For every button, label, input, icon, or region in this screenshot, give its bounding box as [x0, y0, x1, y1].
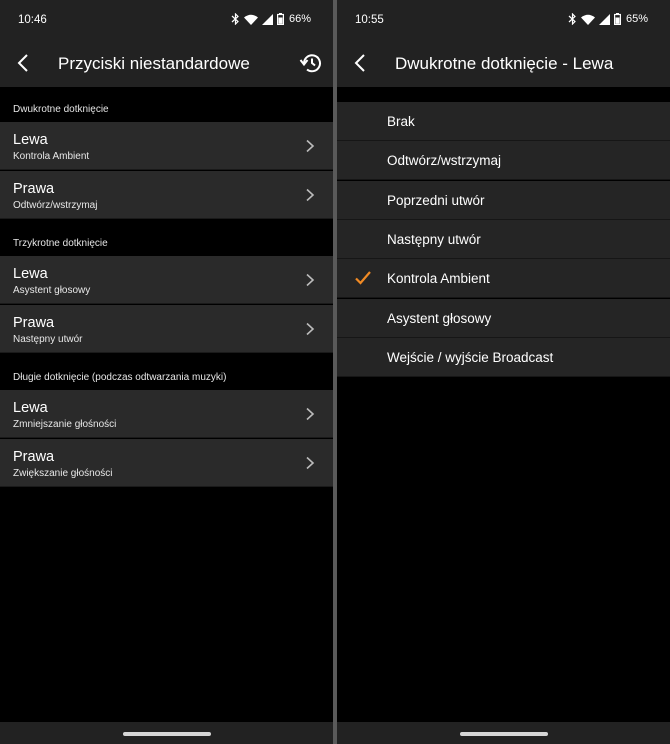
row-value: Zwiększanie głośności [13, 468, 113, 479]
row-label: Lewa [13, 266, 48, 282]
row-value: Następny utwór [13, 334, 83, 345]
status-time: 10:55 [355, 14, 384, 26]
setting-row-long-press-left[interactable]: Lewa Zmniejszanie głośności [0, 390, 333, 438]
section-header-label: Trzykrotne dotknięcie [13, 238, 108, 249]
wifi-icon [580, 14, 595, 25]
chevron-right-icon [306, 322, 315, 336]
section-header-label: Długie dotknięcie (podczas odtwarzania m… [13, 372, 227, 383]
row-label: Prawa [13, 181, 55, 197]
chevron-right-icon [306, 407, 315, 421]
battery-percent: 65% [625, 13, 648, 25]
section-header-label: Dwukrotne dotknięcie [13, 104, 109, 115]
back-arrow-icon[interactable] [349, 50, 375, 76]
reset-icon[interactable] [299, 50, 325, 76]
section-header-triple-tap: Trzykrotne dotknięcie [0, 221, 333, 256]
row-label: Lewa [13, 132, 48, 148]
status-bar: 10:46 66% [0, 13, 333, 29]
option-label: Brak [387, 114, 415, 129]
custom-buttons-screen: 10:46 66% Przyciski niestandardowe Dwukr… [0, 0, 333, 744]
option-label: Odtwórz/wstrzymaj [387, 153, 502, 169]
chevron-right-icon [306, 188, 315, 202]
status-icons: 65% [568, 13, 648, 25]
section-header-long-press: Długie dotknięcie (podczas odtwarzania m… [0, 355, 333, 390]
home-gesture-handle[interactable] [122, 732, 211, 736]
setting-row-triple-tap-left[interactable]: Lewa Asystent głosowy [0, 256, 333, 304]
app-bar: Dwukrotne dotknięcie - Lewa [337, 44, 670, 84]
navigation-bar [337, 722, 670, 744]
option-label: Poprzedni utwór [387, 192, 485, 208]
option-label: Wejście / wyjście Broadcast [387, 349, 554, 365]
option-item[interactable]: Asystent głosowy [337, 298, 670, 338]
double-tap-left-screen: 10:55 65% Dwukrotne dotknięcie - Lewa Br… [337, 0, 670, 744]
status-time: 10:46 [18, 14, 47, 26]
option-label: Następny utwór [387, 231, 481, 247]
battery-icon [276, 13, 284, 25]
option-label: Asystent głosowy [387, 310, 492, 326]
status-icons: 66% [231, 13, 311, 25]
bluetooth-icon [568, 13, 576, 25]
row-value: Zmniejszanie głośności [13, 419, 117, 430]
battery-percent: 66% [288, 13, 311, 25]
chevron-right-icon [306, 273, 315, 287]
checkmark-icon [355, 271, 371, 285]
chevron-right-icon [306, 139, 315, 153]
option-item[interactable]: Poprzedni utwór [337, 180, 670, 220]
navigation-bar [0, 722, 333, 744]
option-item[interactable]: Odtwórz/wstrzymaj [337, 141, 670, 181]
bluetooth-icon [231, 13, 239, 25]
wifi-icon [243, 14, 258, 25]
setting-row-double-tap-right[interactable]: Prawa Odtwórz/wstrzymaj [0, 171, 333, 219]
top-app-bar: 10:46 66% Przyciski niestandardowe [0, 0, 333, 87]
row-value: Asystent głosowy [13, 285, 91, 296]
option-item[interactable]: Kontrola Ambient [337, 259, 670, 299]
battery-icon [613, 13, 621, 25]
option-item[interactable]: Brak [337, 102, 670, 141]
status-bar: 10:55 65% [337, 13, 670, 29]
option-item[interactable]: Następny utwór [337, 219, 670, 259]
row-value: Kontrola Ambient [13, 151, 90, 162]
row-value: Odtwórz/wstrzymaj [13, 200, 98, 211]
row-label: Lewa [13, 400, 48, 416]
app-bar: Przyciski niestandardowe [0, 44, 333, 84]
setting-row-long-press-right[interactable]: Prawa Zwiększanie głośności [0, 439, 333, 487]
row-label: Prawa [13, 449, 55, 465]
row-label: Prawa [13, 315, 55, 331]
option-item[interactable]: Wejście / wyjście Broadcast [337, 337, 670, 377]
setting-row-double-tap-left[interactable]: Lewa Kontrola Ambient [0, 122, 333, 170]
page-title: Dwukrotne dotknięcie - Lewa [395, 54, 614, 73]
signal-icon [261, 13, 273, 25]
section-header-double-tap: Dwukrotne dotknięcie [0, 87, 333, 122]
header-gap [337, 87, 670, 102]
setting-row-triple-tap-right[interactable]: Prawa Następny utwór [0, 305, 333, 353]
signal-icon [598, 13, 610, 25]
home-gesture-handle[interactable] [459, 732, 548, 736]
chevron-right-icon [306, 456, 315, 470]
page-title: Przyciski niestandardowe [58, 54, 250, 73]
back-arrow-icon[interactable] [12, 50, 38, 76]
option-label: Kontrola Ambient [387, 271, 490, 287]
